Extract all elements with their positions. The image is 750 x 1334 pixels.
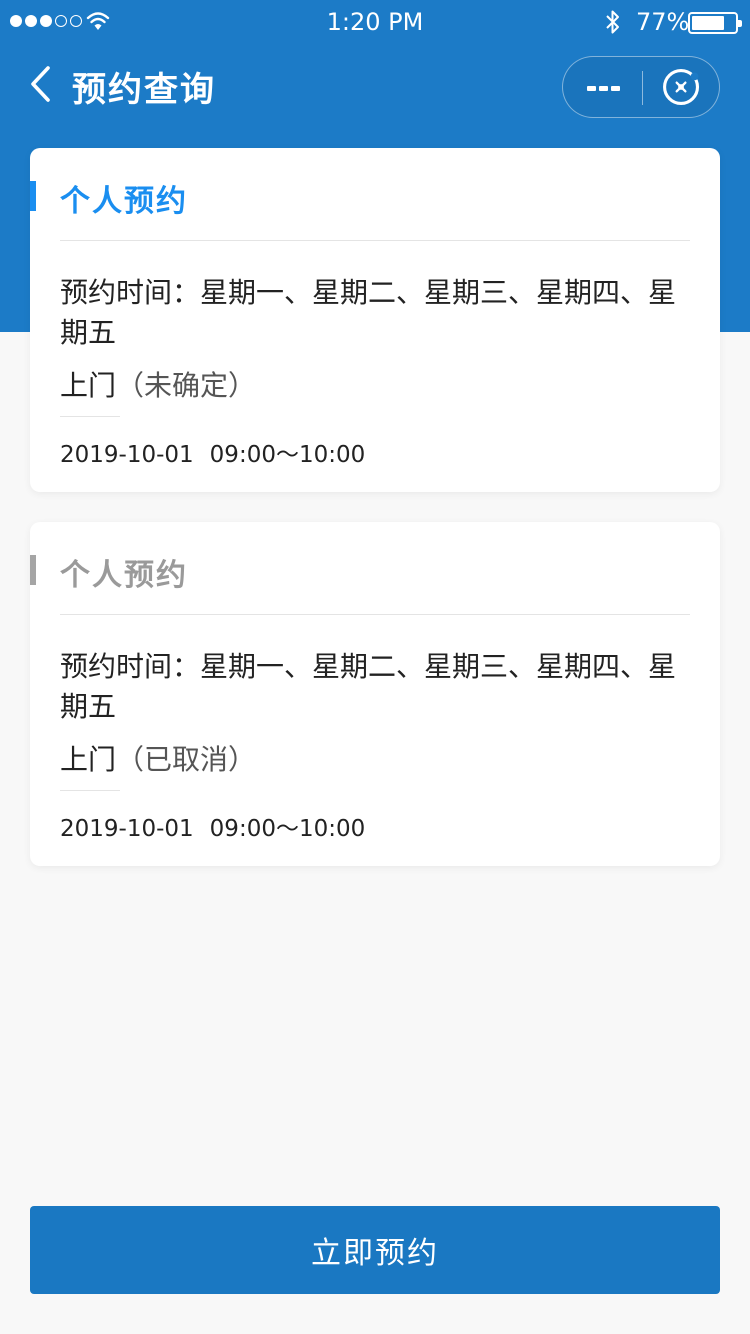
close-mini-program-icon[interactable] — [645, 57, 719, 117]
book-now-button[interactable]: 立即预约 — [30, 1206, 720, 1294]
divider — [60, 416, 120, 417]
appointment-type: 上门（未确定） — [60, 364, 256, 404]
back-arrow-icon[interactable] — [26, 62, 60, 106]
appointment-card[interactable]: 个人预约 预约时间：星期一、星期二、星期三、星期四、星期五 上门（已取消） 20… — [30, 522, 720, 866]
page-title: 预约查询 — [72, 70, 216, 110]
capsule-divider — [642, 71, 643, 105]
divider — [60, 614, 690, 615]
bluetooth-icon — [606, 10, 619, 34]
appointment-time-range: 09:00～10:00 — [209, 816, 366, 842]
mini-program-capsule — [562, 56, 720, 118]
status-accent-bar — [30, 181, 36, 211]
appointment-time: 预约时间：星期一、星期二、星期三、星期四、星期五 — [60, 273, 692, 353]
appointment-time-label: 预约时间： — [60, 650, 201, 683]
appointment-datetime: 2019-10-01 09:00～10:00 — [60, 809, 365, 843]
more-menu-button[interactable] — [563, 57, 641, 117]
appointment-status: （已取消） — [116, 743, 257, 776]
appointment-date: 2019-10-01 — [60, 816, 194, 842]
appointment-datetime: 2019-10-01 09:00～10:00 — [60, 435, 365, 469]
appointment-time-range: 09:00～10:00 — [209, 442, 366, 468]
card-title: 个人预约 — [60, 184, 188, 219]
appointment-time-label: 预约时间： — [60, 276, 201, 309]
card-title: 个人预约 — [60, 558, 188, 593]
status-accent-bar — [30, 555, 36, 585]
appointment-type: 上门（已取消） — [60, 738, 256, 778]
divider — [60, 240, 690, 241]
battery-percentage: 77% — [636, 8, 690, 36]
battery-icon — [688, 12, 742, 34]
divider — [60, 790, 120, 791]
appointment-status: （未确定） — [116, 369, 257, 402]
service-type: 上门 — [60, 743, 117, 776]
service-type: 上门 — [60, 369, 117, 402]
appointment-time: 预约时间：星期一、星期二、星期三、星期四、星期五 — [60, 647, 692, 727]
appointment-date: 2019-10-01 — [60, 442, 194, 468]
status-bar: 1:20 PM 77% — [0, 0, 750, 42]
appointment-card[interactable]: 个人预约 预约时间：星期一、星期二、星期三、星期四、星期五 上门（未确定） 20… — [30, 148, 720, 492]
